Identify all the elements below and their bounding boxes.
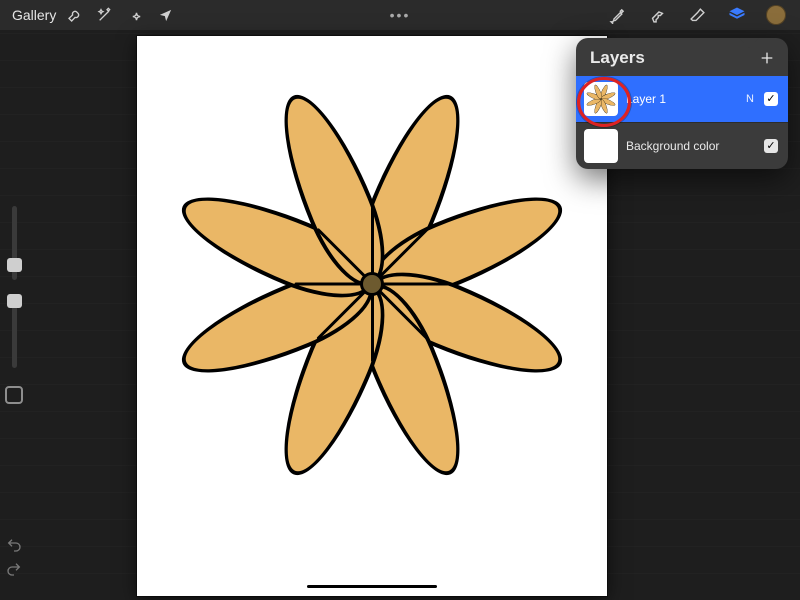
eraser-icon[interactable]	[686, 4, 708, 26]
brush-size-thumb[interactable]	[7, 258, 22, 272]
canvas[interactable]	[137, 36, 607, 596]
home-indicator	[307, 585, 437, 588]
brush-opacity-thumb[interactable]	[7, 294, 22, 308]
move-icon[interactable]	[154, 4, 176, 26]
layer-row[interactable]: Layer 1 N ✓	[576, 76, 788, 122]
blend-mode-indicator[interactable]: N	[746, 93, 754, 105]
color-well[interactable]	[766, 5, 786, 25]
layer-row[interactable]: Background color ✓	[576, 123, 788, 169]
redo-icon[interactable]	[5, 560, 23, 578]
wand-icon[interactable]	[94, 4, 116, 26]
layers-panel: Layers	[576, 38, 788, 169]
layer-visibility-checkbox[interactable]: ✓	[764, 92, 778, 106]
layers-panel-title: Layers	[590, 48, 645, 68]
layer-thumbnail[interactable]	[584, 82, 618, 116]
layer-name-label: Layer 1	[626, 92, 738, 106]
add-layer-button[interactable]	[758, 49, 776, 67]
brush-sliders	[6, 206, 22, 404]
wrench-icon[interactable]	[64, 4, 86, 26]
select-icon[interactable]	[124, 4, 146, 26]
brush-opacity-slider[interactable]	[12, 294, 17, 368]
top-toolbar-right	[606, 4, 800, 26]
layer-name-label: Background color	[626, 139, 746, 153]
brush-size-slider[interactable]	[12, 206, 17, 280]
layers-panel-header: Layers	[576, 38, 788, 76]
title-ellipsis-icon[interactable]: •••	[390, 7, 411, 23]
undo-redo-group	[5, 536, 23, 578]
layer-visibility-checkbox[interactable]: ✓	[764, 139, 778, 153]
undo-icon[interactable]	[5, 536, 23, 554]
smudge-icon[interactable]	[646, 4, 668, 26]
modify-icon[interactable]	[5, 386, 23, 404]
workspace: Layers	[0, 30, 800, 600]
top-toolbar-left: Gallery	[0, 4, 176, 26]
gallery-button[interactable]: Gallery	[12, 7, 56, 23]
layer-thumbnail[interactable]	[584, 129, 618, 163]
brush-icon[interactable]	[606, 4, 628, 26]
flower-center	[360, 272, 384, 296]
layers-icon[interactable]	[726, 4, 748, 26]
top-toolbar: Gallery •••	[0, 0, 800, 30]
